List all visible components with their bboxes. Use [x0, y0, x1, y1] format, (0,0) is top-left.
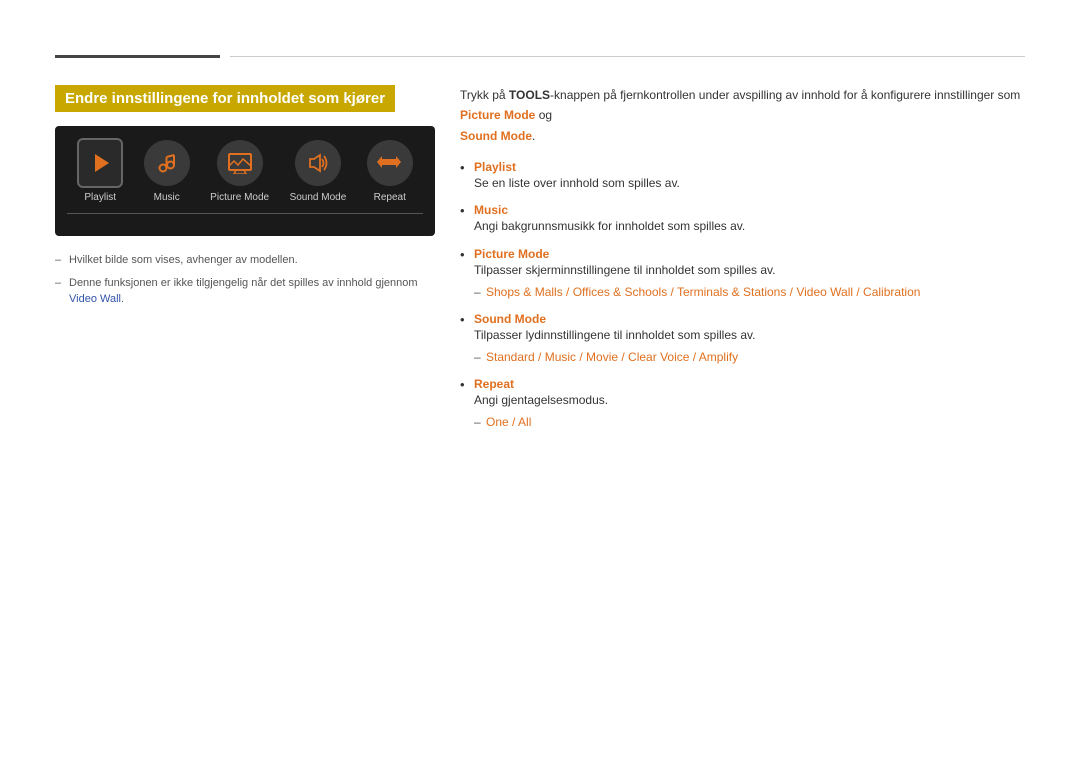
rule-light: [230, 56, 1025, 57]
note-item-1: Hvilket bilde som vises, avhenger av mod…: [55, 252, 435, 269]
play-triangle-icon: [95, 154, 109, 172]
media-icon-repeat[interactable]: Repeat: [367, 140, 413, 203]
notes-section: Hvilket bilde som vises, avhenger av mod…: [55, 252, 435, 308]
playlist-term: Playlist: [474, 160, 1025, 174]
music-label: Music: [154, 192, 180, 203]
bullet-music: Music Angi bakgrunnsmusikk for innholdet…: [460, 203, 1025, 236]
picture-icon-circle: [217, 140, 263, 186]
playlist-label: Playlist: [84, 192, 116, 203]
picture-mode-link: Picture Mode: [460, 108, 535, 122]
left-column: Endre innstillingene for innholdet som k…: [55, 85, 435, 314]
sound-mode-icon: [305, 151, 331, 175]
repeat-icon-circle: [367, 140, 413, 186]
intro-and: og: [535, 108, 552, 122]
playlist-desc: Se en liste over innhold som spilles av.: [474, 174, 1025, 193]
sound-label: Sound Mode: [290, 192, 347, 203]
media-icons-row: Playlist Music: [67, 140, 423, 203]
music-icon-circle: [144, 140, 190, 186]
music-note-icon: [155, 151, 179, 175]
section-heading: Endre innstillingene for innholdet som k…: [55, 85, 395, 112]
bullet-sound-mode: Sound Mode Tilpasser lydinnstillingene t…: [460, 312, 1025, 367]
rule-dark: [55, 55, 220, 58]
sound-mode-term: Sound Mode: [474, 312, 1025, 326]
repeat-sub: One / All: [474, 413, 1025, 432]
video-wall-link[interactable]: Video Wall: [69, 293, 121, 305]
repeat-icon: [377, 151, 403, 175]
right-column: Trykk på TOOLS-knappen på fjernkontrolle…: [460, 85, 1025, 443]
bullet-list: Playlist Se en liste over innhold som sp…: [460, 160, 1025, 433]
media-icon-music[interactable]: Music: [144, 140, 190, 203]
intro-paragraph: Trykk på TOOLS-knappen på fjernkontrolle…: [460, 85, 1025, 146]
bullet-playlist: Playlist Se en liste over innhold som sp…: [460, 160, 1025, 193]
sound-mode-link: Sound Mode: [460, 129, 532, 143]
page-container: Endre innstillingene for innholdet som k…: [0, 0, 1080, 763]
sound-mode-desc: Tilpasser lydinnstillingene til innholde…: [474, 326, 1025, 345]
top-rule: [55, 55, 1025, 58]
picture-mode-desc: Tilpasser skjerminnstillingene til innho…: [474, 261, 1025, 280]
playlist-icon-wrap: [77, 138, 123, 188]
bullet-repeat: Repeat Angi gjentagelsesmodus. One / All: [460, 377, 1025, 432]
bullet-picture-mode: Picture Mode Tilpasser skjerminnstilling…: [460, 247, 1025, 302]
music-term: Music: [474, 203, 1025, 217]
picture-mode-sub: Shops & Malls / Offices & Schools / Term…: [474, 283, 1025, 302]
intro-mid: -knappen på fjernkontrollen under avspil…: [550, 88, 1020, 102]
repeat-label: Repeat: [374, 192, 406, 203]
sound-mode-sub: Standard / Music / Movie / Clear Voice /…: [474, 348, 1025, 367]
intro-end: .: [532, 129, 535, 143]
media-panel: Playlist Music: [55, 126, 435, 236]
repeat-desc: Angi gjentagelsesmodus.: [474, 391, 1025, 410]
media-icon-picture[interactable]: Picture Mode: [210, 140, 269, 203]
media-icon-playlist[interactable]: Playlist: [77, 140, 123, 203]
note-item-2: Denne funksjonen er ikke tilgjengelig nå…: [55, 275, 435, 308]
sound-icon-circle: [295, 140, 341, 186]
picture-mode-term: Picture Mode: [474, 247, 1025, 261]
music-desc: Angi bakgrunnsmusikk for innholdet som s…: [474, 217, 1025, 236]
tools-bold: TOOLS: [509, 88, 550, 102]
media-divider: [67, 213, 423, 214]
media-icon-sound[interactable]: Sound Mode: [290, 140, 347, 203]
intro-prefix: Trykk på: [460, 88, 509, 102]
repeat-term: Repeat: [474, 377, 1025, 391]
playlist-icon-circle: [77, 140, 123, 186]
picture-mode-icon: [227, 152, 253, 174]
picture-label: Picture Mode: [210, 192, 269, 203]
